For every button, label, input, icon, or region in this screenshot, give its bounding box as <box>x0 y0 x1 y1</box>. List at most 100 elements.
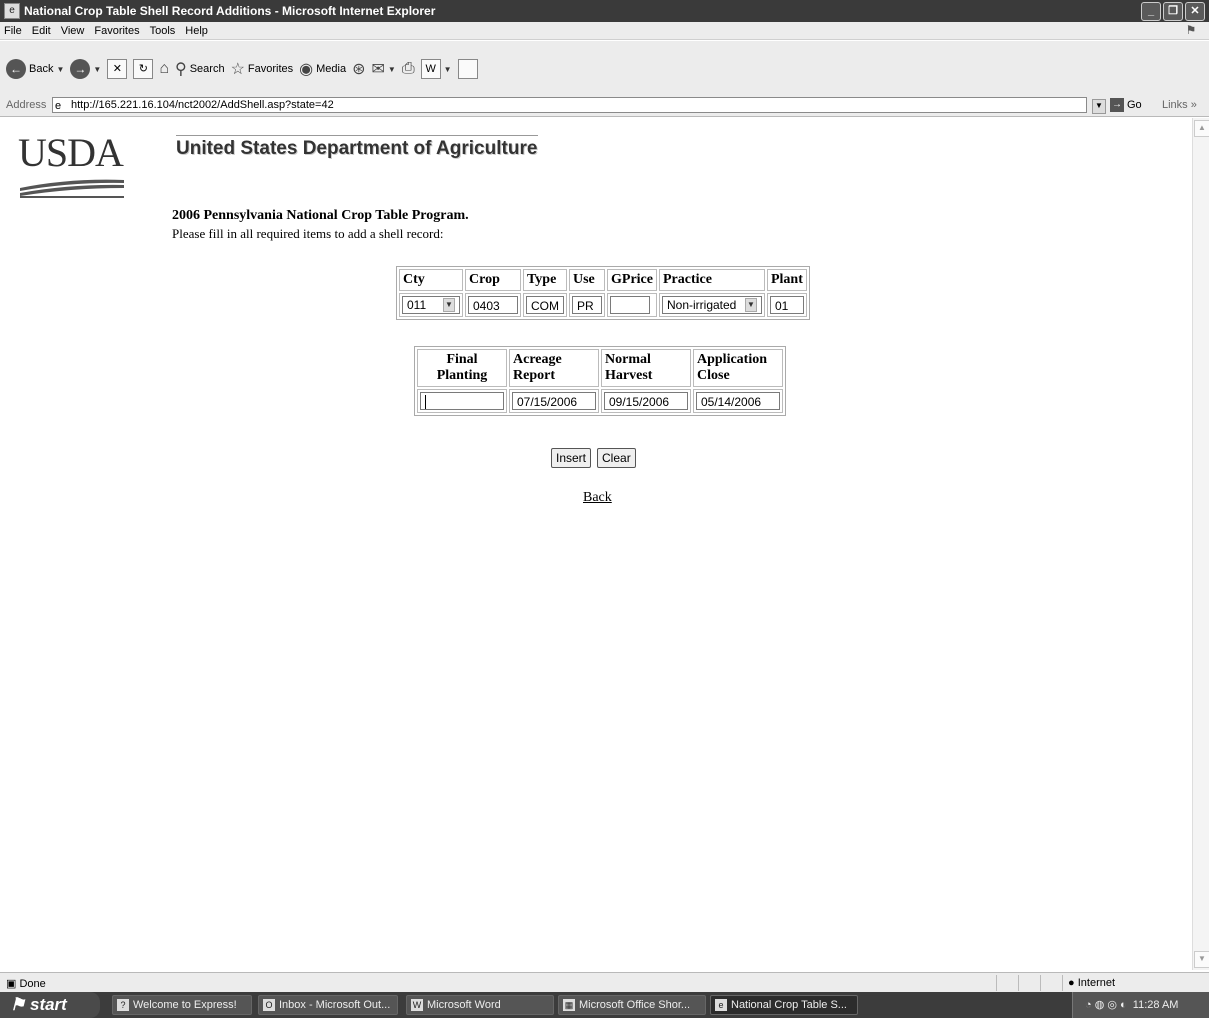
back-label: Back <box>29 63 54 75</box>
agency-rule <box>176 135 538 136</box>
gprice-input[interactable] <box>610 296 650 314</box>
header-type: Type <box>523 269 567 291</box>
start-button[interactable]: ⚑ start <box>0 992 100 1018</box>
header-normal-harvest-line1: Normal <box>605 352 651 367</box>
task-outlook[interactable]: O Inbox - Microsoft Out... <box>258 995 398 1015</box>
edit-button[interactable]: W ▼ <box>420 59 452 79</box>
word-icon: W <box>411 999 423 1011</box>
chevron-down-icon[interactable]: ▼ <box>744 298 757 312</box>
cty-select[interactable]: 011 ▼ <box>402 296 460 314</box>
scroll-down-icon[interactable]: ▼ <box>1194 951 1209 968</box>
page-icon: e <box>55 100 62 112</box>
task-ie[interactable]: e National Crop Table S... <box>710 995 858 1015</box>
ie-icon: e <box>715 999 727 1011</box>
stop-icon[interactable]: ✕ <box>107 59 128 79</box>
help-icon: ? <box>117 999 129 1011</box>
go-arrow-icon: → <box>1110 98 1124 112</box>
zone-indicator: ● Internet <box>1068 977 1115 989</box>
header-final-planting-line1: Final <box>446 352 478 367</box>
practice-select[interactable]: Non-irrigated ▼ <box>661 296 762 314</box>
practice-value: Non-irrigated <box>666 298 737 312</box>
task-office-shortcut[interactable]: ▦ Microsoft Office Shor... <box>558 995 706 1015</box>
chevron-down-icon[interactable]: ▼ <box>56 65 64 74</box>
clear-button[interactable]: Clear <box>597 448 636 468</box>
start-label: start <box>29 995 67 1014</box>
mail-icon: ✉ <box>371 61 385 78</box>
refresh-icon[interactable]: ↻ <box>133 59 154 79</box>
discuss-icon[interactable] <box>457 59 478 79</box>
go-label: Go <box>1127 99 1142 111</box>
globe-icon: ● <box>1068 977 1075 989</box>
menu-favorites[interactable]: Favorites <box>94 25 139 37</box>
address-dropdown-icon[interactable]: ▼ <box>1092 99 1106 114</box>
status-divider <box>1062 975 1063 991</box>
text-cursor <box>425 395 430 409</box>
scroll-up-icon[interactable]: ▲ <box>1194 120 1209 137</box>
maximize-button[interactable]: ❐ <box>1163 2 1183 21</box>
instructions: Please fill in all required items to add… <box>172 226 444 241</box>
window-controls: _ ❐ ✕ <box>1141 2 1205 21</box>
status-divider <box>1018 975 1019 991</box>
usda-logo: USDA <box>18 130 126 198</box>
status-bar: ▣ Done ● Internet <box>0 972 1209 993</box>
cell-plant: 01 <box>766 293 807 317</box>
clock: 11:28 AM <box>1132 999 1179 1011</box>
crop-input[interactable]: 0403 <box>468 296 518 314</box>
menu-tools[interactable]: Tools <box>150 25 176 37</box>
search-button[interactable]: ⚲ Search <box>175 59 225 79</box>
cell-use: PR <box>569 293 605 317</box>
history-icon[interactable]: ⊛ <box>352 59 365 79</box>
header-normal-harvest-line2: Harvest <box>605 368 653 383</box>
usda-logo-text: USDA <box>18 130 124 175</box>
normal-harvest-input[interactable]: 09/15/2006 <box>604 392 688 410</box>
menu-view[interactable]: View <box>61 25 85 37</box>
task-welcome[interactable]: ? Welcome to Express! <box>112 995 252 1015</box>
mail-button[interactable]: ✉ ▼ <box>372 59 396 79</box>
menu-edit[interactable]: Edit <box>32 25 51 37</box>
go-button[interactable]: → Go <box>1110 98 1142 112</box>
usda-swoosh-icon <box>20 179 124 198</box>
cell-crop: 0403 <box>465 293 521 317</box>
final-planting-input[interactable] <box>420 392 504 410</box>
header-practice: Practice <box>658 269 765 291</box>
search-label: Search <box>189 63 225 75</box>
back-button[interactable]: ← Back ▼ <box>6 59 64 79</box>
header-application-close-line2: Close <box>697 368 730 383</box>
address-input[interactable]: e http://165.221.16.104/nct2002/AddShell… <box>52 97 1087 113</box>
favorites-button[interactable]: ☆ Favorites <box>231 59 294 79</box>
cell-acreage-report: 07/15/2006 <box>509 389 599 413</box>
cell-application-close: 05/14/2006 <box>693 389 783 413</box>
menu-bar: File Edit View Favorites Tools Help ⚑ <box>0 22 1209 40</box>
type-input[interactable]: COM <box>526 296 564 314</box>
back-link[interactable]: Back <box>583 490 612 506</box>
application-close-input[interactable]: 05/14/2006 <box>696 392 780 410</box>
menu-file[interactable]: File <box>4 25 22 37</box>
acreage-report-input[interactable]: 07/15/2006 <box>512 392 596 410</box>
home-icon[interactable]: ⌂ <box>159 60 169 78</box>
forward-button[interactable]: → ▼ <box>70 59 101 79</box>
chevron-down-icon[interactable]: ▼ <box>388 65 396 74</box>
shell-record-table: Cty Crop Type Use GPrice Practice Plant … <box>396 266 810 320</box>
chevron-down-icon[interactable]: ▼ <box>444 65 452 74</box>
word-icon: W <box>420 59 441 79</box>
vertical-scrollbar[interactable]: ▲ ▼ <box>1192 118 1209 970</box>
menu-help[interactable]: Help <box>185 25 208 37</box>
print-icon[interactable]: ⎙ <box>402 60 415 78</box>
task-word[interactable]: W Microsoft Word <box>406 995 554 1015</box>
plant-input[interactable]: 01 <box>769 296 804 314</box>
links-button[interactable]: Links » <box>1162 99 1197 111</box>
cell-final-planting <box>417 389 507 413</box>
chevron-down-icon[interactable]: ▼ <box>93 65 101 74</box>
tray-icons[interactable]: ◔ ◍ ◎ ◐ <box>1085 999 1127 1011</box>
media-button[interactable]: ◉ Media <box>299 59 346 79</box>
dates-table: Final Planting Acreage Report Normal Har… <box>414 346 786 416</box>
minimize-button[interactable]: _ <box>1141 2 1161 21</box>
zone-label: Internet <box>1077 977 1116 989</box>
insert-button[interactable]: Insert <box>551 448 592 468</box>
page-content: USDA United States Department of Agricul… <box>6 118 1192 970</box>
cell-cty: 011 ▼ <box>399 293 463 317</box>
use-input[interactable]: PR <box>572 296 602 314</box>
chevron-down-icon[interactable]: ▼ <box>443 298 455 312</box>
back-arrow-icon: ← <box>6 59 26 79</box>
close-button[interactable]: ✕ <box>1185 2 1205 21</box>
